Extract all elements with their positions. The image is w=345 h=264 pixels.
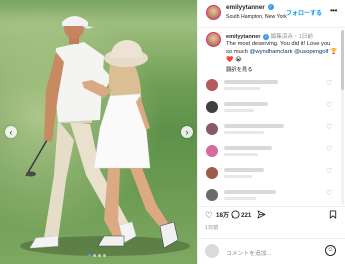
comment-like-heart-icon[interactable]: ♡ bbox=[326, 79, 332, 87]
author-username[interactable]: emilyytanner bbox=[226, 4, 265, 11]
mention-usopengolf[interactable]: @usopengolf bbox=[294, 49, 328, 55]
caption-author-avatar[interactable] bbox=[206, 32, 221, 47]
post-side-panel: emilyytanner ✓ South Hampton, New York フ… bbox=[197, 0, 345, 264]
follow-button[interactable]: フォローする bbox=[286, 8, 322, 17]
comment-row: ♡ bbox=[198, 164, 345, 184]
comment-text-blurred bbox=[224, 102, 268, 106]
comment-text-blurred bbox=[224, 146, 272, 150]
comment-count[interactable]: 221 bbox=[241, 211, 251, 221]
emoji-icon[interactable]: ☺ bbox=[325, 245, 336, 256]
post-date[interactable]: 1日前 bbox=[205, 224, 218, 231]
comment-input[interactable]: コメントを追加... bbox=[226, 248, 271, 257]
comment-text-blurred bbox=[224, 124, 284, 128]
comment-meta-blurred bbox=[224, 197, 256, 200]
comment-meta-blurred bbox=[224, 131, 264, 134]
carousel-next-button[interactable]: › bbox=[181, 126, 193, 138]
comment-icon[interactable] bbox=[231, 210, 240, 221]
comment-meta-blurred bbox=[224, 153, 258, 156]
comment-row: ♡ bbox=[198, 120, 345, 140]
caption-meta-line: emilyytanner ✓ 編集済み・1日前 bbox=[226, 32, 313, 40]
post-actions: ♡ 18万 221 bbox=[198, 206, 345, 222]
commenter-avatar[interactable] bbox=[206, 123, 218, 135]
comment-text-blurred bbox=[224, 80, 278, 84]
woman-figure bbox=[82, 40, 179, 249]
verified-badge-icon: ✓ bbox=[263, 33, 270, 40]
comment-like-heart-icon[interactable]: ♡ bbox=[326, 167, 332, 175]
share-icon[interactable] bbox=[257, 210, 266, 221]
more-options-icon[interactable]: ••• bbox=[330, 6, 337, 15]
caption-text: The most deserving. You did it! Love you… bbox=[226, 40, 338, 64]
commenter-avatar[interactable] bbox=[206, 79, 218, 91]
carousel-dot bbox=[93, 254, 96, 257]
carousel-dot bbox=[88, 254, 91, 257]
comment-row: ♡ bbox=[198, 186, 345, 206]
commenter-avatar[interactable] bbox=[206, 189, 218, 201]
comment-row: ♡ bbox=[198, 76, 345, 96]
comments-scrollbar[interactable] bbox=[341, 30, 344, 205]
post-location[interactable]: South Hampton, New York bbox=[226, 14, 287, 20]
viewer-avatar bbox=[205, 244, 219, 258]
carousel-dot bbox=[98, 254, 101, 257]
comment-meta-blurred bbox=[224, 87, 260, 90]
author-username-row: emilyytanner ✓ bbox=[226, 4, 274, 11]
comment-input-area: コメントを追加... ☺ bbox=[198, 238, 345, 264]
commenter-avatar[interactable] bbox=[206, 101, 218, 113]
comment-row: ♡ bbox=[198, 98, 345, 118]
comment-like-heart-icon[interactable]: ♡ bbox=[326, 123, 332, 131]
comment-row: ♡ bbox=[198, 142, 345, 162]
verified-badge-icon: ✓ bbox=[267, 4, 274, 11]
author-avatar[interactable] bbox=[206, 5, 221, 20]
like-count[interactable]: 18万 bbox=[216, 211, 229, 221]
bookmark-icon[interactable] bbox=[329, 210, 337, 221]
comment-like-heart-icon[interactable]: ♡ bbox=[326, 189, 332, 197]
comment-meta-blurred bbox=[224, 109, 254, 112]
commenter-avatar[interactable] bbox=[206, 145, 218, 157]
post-photo[interactable]: ‹ › bbox=[0, 0, 197, 264]
comment-meta-blurred bbox=[224, 175, 252, 178]
chevron-right-icon: › bbox=[185, 127, 189, 137]
carousel-indicator bbox=[88, 254, 106, 257]
scrollbar-thumb[interactable] bbox=[341, 30, 344, 90]
mention-wyndhamclark[interactable]: @wyndhamclark bbox=[250, 49, 293, 55]
comment-like-heart-icon[interactable]: ♡ bbox=[326, 145, 332, 153]
post-header: emilyytanner ✓ South Hampton, New York フ… bbox=[198, 0, 345, 28]
commenter-avatar[interactable] bbox=[206, 167, 218, 179]
post-caption: emilyytanner ✓ 編集済み・1日前 The most deservi… bbox=[198, 30, 345, 73]
carousel-prev-button[interactable]: ‹ bbox=[5, 126, 17, 138]
comment-text-blurred bbox=[224, 168, 264, 172]
comment-text-blurred bbox=[224, 190, 276, 194]
see-translation-link[interactable]: 翻訳を見る bbox=[226, 65, 253, 73]
comment-like-heart-icon[interactable]: ♡ bbox=[326, 101, 332, 109]
chevron-left-icon: ‹ bbox=[9, 127, 13, 137]
heart-icon[interactable]: ♡ bbox=[205, 210, 213, 220]
carousel-dot bbox=[103, 254, 106, 257]
